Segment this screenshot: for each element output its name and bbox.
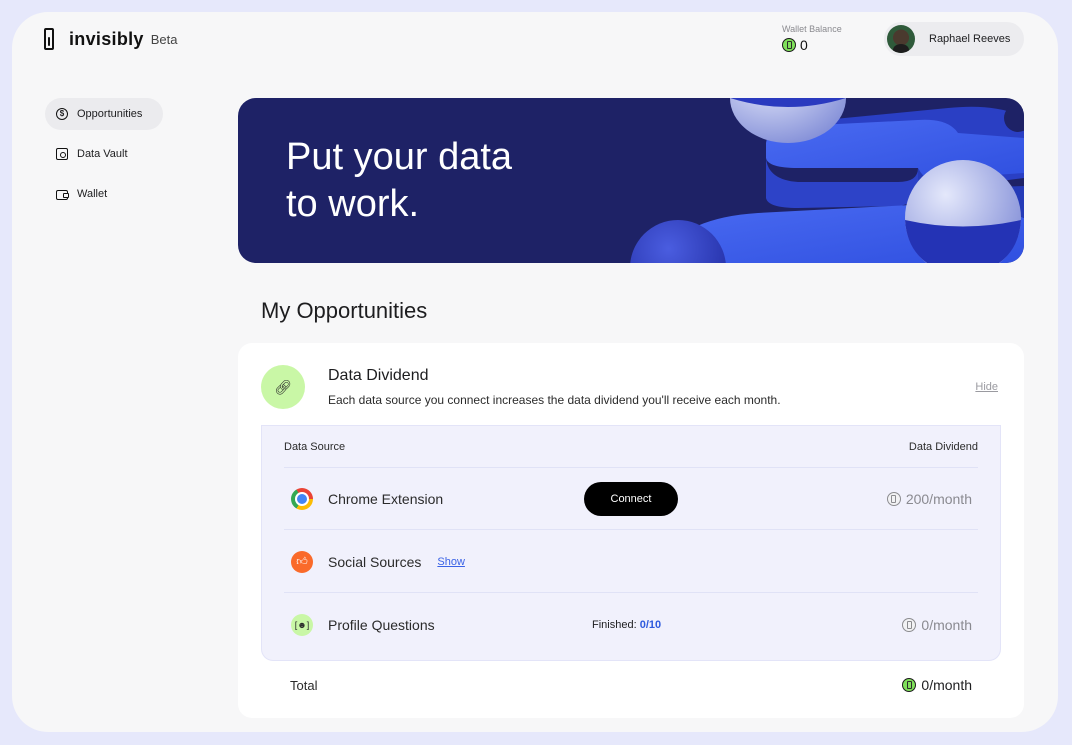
total-row: Total 0/month (290, 677, 972, 693)
beta-badge: Beta (150, 31, 178, 47)
dividend-amount: 0/month (921, 617, 972, 633)
table-row-profile-questions: [☻] Profile Questions Finished: 0/10 0/m… (284, 594, 978, 656)
dividend-value: 0/month (902, 617, 972, 633)
card-title: Data Dividend (328, 367, 429, 384)
thumbs-up-icon: 👍︎ (291, 550, 313, 573)
wallet-balance-label: Wallet Balance (782, 24, 842, 34)
logo-text: invisibly (69, 28, 144, 49)
app-window: invisibly Beta Wallet Balance 0 Raphael … (12, 12, 1058, 732)
total-label: Total (290, 677, 318, 693)
chrome-icon (291, 487, 313, 510)
coin-icon (782, 38, 796, 52)
sidebar-item-opportunities[interactable]: $ Opportunities (45, 98, 163, 130)
card-description: Each data source you connect increases t… (328, 393, 781, 407)
finished-label: Finished: (592, 619, 637, 631)
dividend-value: 200/month (886, 490, 972, 507)
coin-icon (902, 618, 917, 632)
source-name: Chrome Extension (328, 490, 444, 507)
logo[interactable]: invisibly Beta (44, 28, 177, 50)
sidebar: $ Opportunities Data Vault Wallet (45, 98, 163, 218)
hero-banner: Put your data to work. (238, 98, 1024, 263)
user-menu[interactable]: Raphael Reeves (884, 22, 1024, 56)
table-header: Data Source Data Dividend (284, 426, 978, 468)
dollar-circle-icon: $ (56, 108, 68, 120)
sidebar-item-label: Data Vault (77, 148, 128, 160)
table-row-chrome-extension: Chrome Extension Connect 200/month (284, 468, 978, 530)
banner-title-line: to work. (286, 183, 420, 225)
wallet-balance: Wallet Balance 0 (782, 24, 842, 53)
banner-illustration (630, 98, 1024, 263)
coin-icon (886, 491, 901, 506)
profile-scan-icon: [☻] (291, 614, 313, 636)
link-icon: 🔗︎ (261, 365, 305, 409)
sidebar-item-label: Wallet (77, 188, 108, 200)
data-sources-table: Data Source Data Dividend Chrome Extensi… (261, 425, 1001, 661)
show-link[interactable]: Show (437, 556, 465, 568)
column-header-source: Data Source (284, 440, 346, 453)
banner-title: Put your data to work. (286, 134, 586, 228)
avatar (887, 25, 915, 53)
finished-progress: Finished: 0/10 (592, 619, 661, 631)
logo-icon (44, 28, 54, 50)
sidebar-item-label: Opportunities (77, 108, 143, 120)
source-name: Social Sources (328, 553, 422, 570)
finished-value: 0/10 (639, 619, 662, 631)
total-amount: 0/month (921, 677, 972, 693)
wallet-amount: 0 (800, 37, 808, 53)
coin-icon (902, 678, 917, 692)
section-title: My Opportunities (261, 298, 428, 323)
dividend-amount: 200/month (905, 490, 972, 507)
total-value: 0/month (902, 677, 972, 693)
data-dividend-card: 🔗︎ Data Dividend Each data source you co… (238, 343, 1024, 718)
column-header-dividend: Data Dividend (908, 440, 978, 453)
source-name: Profile Questions (328, 617, 435, 633)
wallet-balance-value: 0 (782, 37, 842, 53)
vault-icon (56, 148, 68, 160)
banner-title-line: Put your data (286, 136, 513, 178)
hide-link[interactable]: Hide (975, 381, 998, 393)
wallet-icon (56, 190, 69, 200)
sidebar-item-data-vault[interactable]: Data Vault (45, 138, 163, 170)
sidebar-item-wallet[interactable]: Wallet (45, 178, 163, 210)
connect-button[interactable]: Connect (584, 482, 678, 516)
table-row-social-sources: 👍︎ Social Sources Show (284, 531, 978, 593)
user-name: Raphael Reeves (929, 33, 1011, 45)
